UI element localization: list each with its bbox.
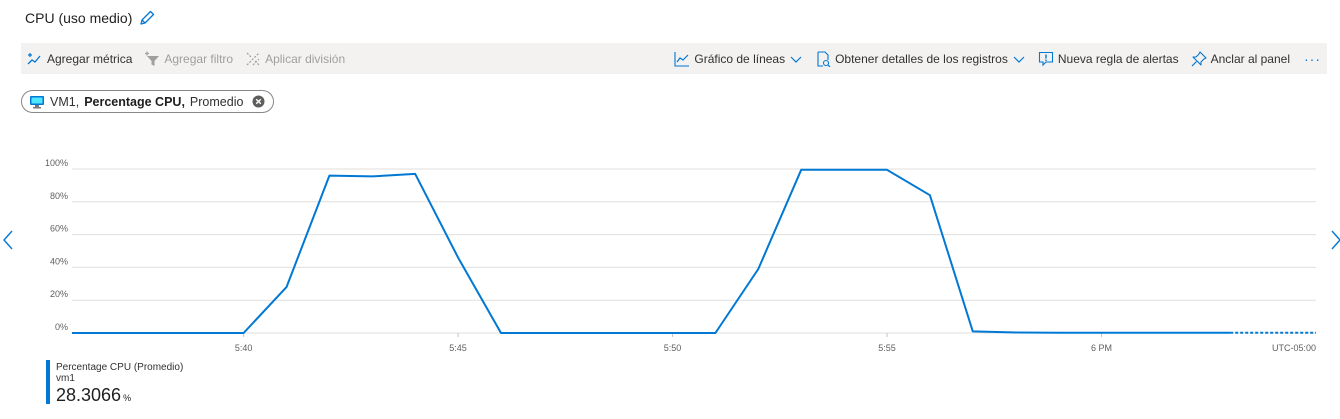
- x-tick-label: 5:50: [664, 343, 682, 353]
- y-tick-label: 20%: [50, 289, 68, 299]
- legend-value: 28.3066%: [56, 385, 131, 406]
- y-tick-label: 40%: [50, 256, 68, 266]
- x-tick-label: 5:45: [449, 343, 467, 353]
- timezone-label: UTC-05:00: [1272, 343, 1316, 353]
- cpu-line-chart: 0% 20% 40% 60% 80% 100% 5:40 5:45 5:50 5:55 6 PM UT…: [45, 158, 1316, 353]
- cpu-series-line: [72, 168, 1231, 334]
- y-tick-label: 0%: [55, 322, 68, 332]
- legend-value-number: 28.3066: [56, 385, 122, 405]
- legend-color-bar: [46, 360, 50, 404]
- legend-resource-name: vm1: [56, 373, 75, 384]
- x-tick-label: 5:40: [235, 343, 253, 353]
- x-tick-label: 5:55: [878, 343, 896, 353]
- legend-unit: %: [123, 393, 132, 403]
- x-tick-label: 6 PM: [1091, 343, 1112, 353]
- legend-series-name: Percentage CPU (Promedio): [56, 362, 184, 373]
- y-tick-label: 100%: [45, 158, 68, 168]
- y-tick-label: 60%: [50, 224, 68, 234]
- y-tick-label: 80%: [50, 191, 68, 201]
